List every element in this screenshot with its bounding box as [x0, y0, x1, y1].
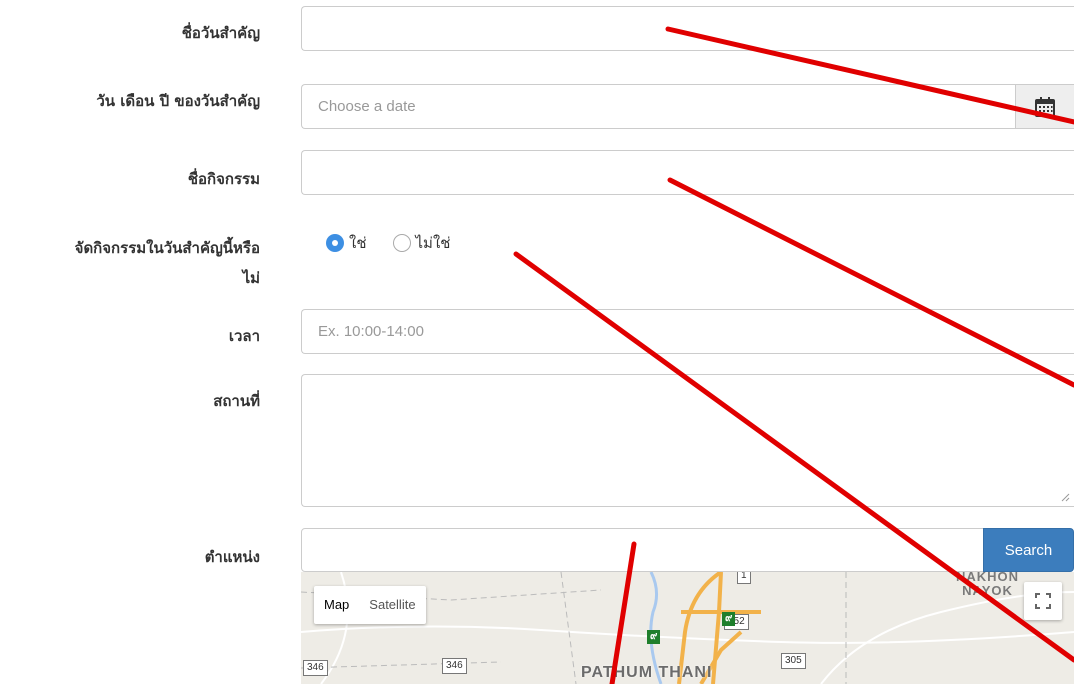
activity-name-field[interactable] — [301, 150, 1074, 195]
road-shield-green: ๙ — [722, 612, 736, 626]
time-field[interactable] — [301, 309, 1074, 354]
event-date-label: วัน เดือน ปี ของวันสำคัญ — [96, 92, 260, 110]
map-type-satellite[interactable]: Satellite — [359, 586, 425, 624]
time-label: เวลา — [228, 327, 260, 345]
time-input[interactable] — [302, 310, 1074, 353]
road-shield: 305 — [781, 653, 806, 669]
road-shield: 1 — [737, 572, 751, 584]
fullscreen-button[interactable] — [1024, 582, 1062, 620]
event-date-input[interactable] — [302, 85, 1017, 128]
event-name-label: ชื่อวันสำคัญ — [181, 24, 260, 42]
map-city2-line2: NAYOK — [962, 583, 1013, 598]
map-city-label: PATHUM THANI — [581, 664, 713, 681]
same-day-label: จัดกิจกรรมในวันสำคัญนี้หรือ ไม่ — [0, 233, 260, 293]
place-textarea[interactable] — [302, 375, 1074, 506]
radio-yes-label: ใช่ — [349, 234, 367, 252]
place-field[interactable] — [301, 374, 1074, 507]
location-field[interactable] — [301, 528, 984, 572]
radio-no-label: ไม่ใช่ — [415, 234, 451, 252]
map-type-control: Map Satellite — [314, 586, 426, 624]
location-label: ตำแหน่ง — [204, 548, 260, 566]
place-label: สถานที่ — [213, 392, 260, 410]
map-city-label-nakhon-nayok: NAKHON NAYOK — [956, 572, 1019, 598]
same-day-label-line2: ไม่ — [242, 269, 260, 287]
same-day-radio-group: ใช่ ไม่ใช่ — [326, 232, 466, 254]
radio-yes-indicator[interactable] — [326, 234, 344, 252]
event-name-input[interactable] — [302, 7, 1074, 50]
activity-name-input[interactable] — [302, 151, 1074, 194]
same-day-label-line1: จัดกิจกรรมในวันสำคัญนี้หรือ — [74, 239, 260, 257]
map-view[interactable]: Map Satellite NAKHON NAYOK PATHUM THANI … — [301, 572, 1074, 684]
calendar-icon — [1035, 96, 1055, 117]
radio-no[interactable]: ไม่ใช่ — [392, 231, 451, 255]
resize-handle-icon[interactable] — [1060, 492, 1070, 502]
event-date-field[interactable] — [301, 84, 1074, 129]
location-search-input[interactable] — [302, 529, 983, 571]
road-shield: 346 — [442, 658, 467, 674]
road-shield: 346 — [303, 660, 328, 676]
event-name-field[interactable] — [301, 6, 1074, 51]
calendar-button[interactable] — [1015, 85, 1074, 128]
map-type-map[interactable]: Map — [314, 586, 359, 624]
search-button[interactable]: Search — [983, 528, 1074, 572]
fullscreen-icon — [1035, 593, 1051, 609]
annotation-line — [667, 177, 1074, 388]
activity-name-label: ชื่อกิจกรรม — [187, 170, 260, 188]
radio-no-indicator[interactable] — [392, 234, 411, 252]
road-shield-green: ๙ — [647, 630, 661, 644]
radio-yes[interactable]: ใช่ — [326, 231, 367, 255]
